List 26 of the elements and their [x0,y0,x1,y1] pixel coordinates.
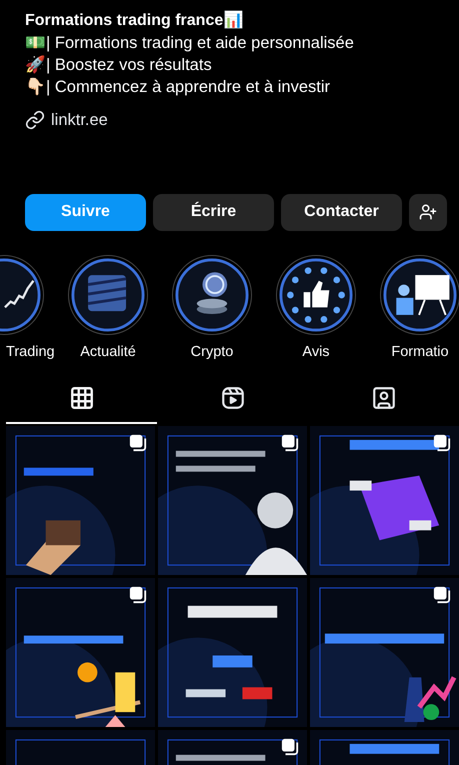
bio-line: 👇🏻| Commencez à apprendre et à investir [25,77,332,98]
highlight-label[interactable]: Actualité [80,342,136,364]
thumbs-up-stars-icon [287,267,345,322]
highlight-cover[interactable] [276,254,356,335]
reels-icon [220,384,246,410]
grid-icon [68,384,94,410]
add-person-icon [419,203,437,222]
stack-drawing [86,274,128,311]
link-icon [25,110,45,130]
bio-line: 🚀| Boostez vos résultats [25,54,213,76]
action-button[interactable]: Écrire [153,194,274,231]
profile-link[interactable]: linktr.ee [51,108,108,133]
highlight-label[interactable]: Formatio [391,342,449,364]
chart-icon [4,280,34,308]
bitcoin-coins-icon [196,272,228,314]
bio-line: 💵| Formations trading et aide personnalisée [25,33,355,54]
highlight-label[interactable]: Crypto [190,342,234,364]
add-person-button[interactable] [409,194,447,231]
highlight-label[interactable]: Avis [302,342,330,364]
highlight-cover[interactable] [172,254,252,335]
action-button[interactable]: Contacter [281,194,402,231]
tagged-person-icon [370,384,396,410]
presentation-icon [396,274,450,316]
profile-name: Formations trading france📊 [25,10,244,31]
highlight-cover[interactable] [380,254,459,335]
highlight-label[interactable]: Trading [0,342,55,364]
